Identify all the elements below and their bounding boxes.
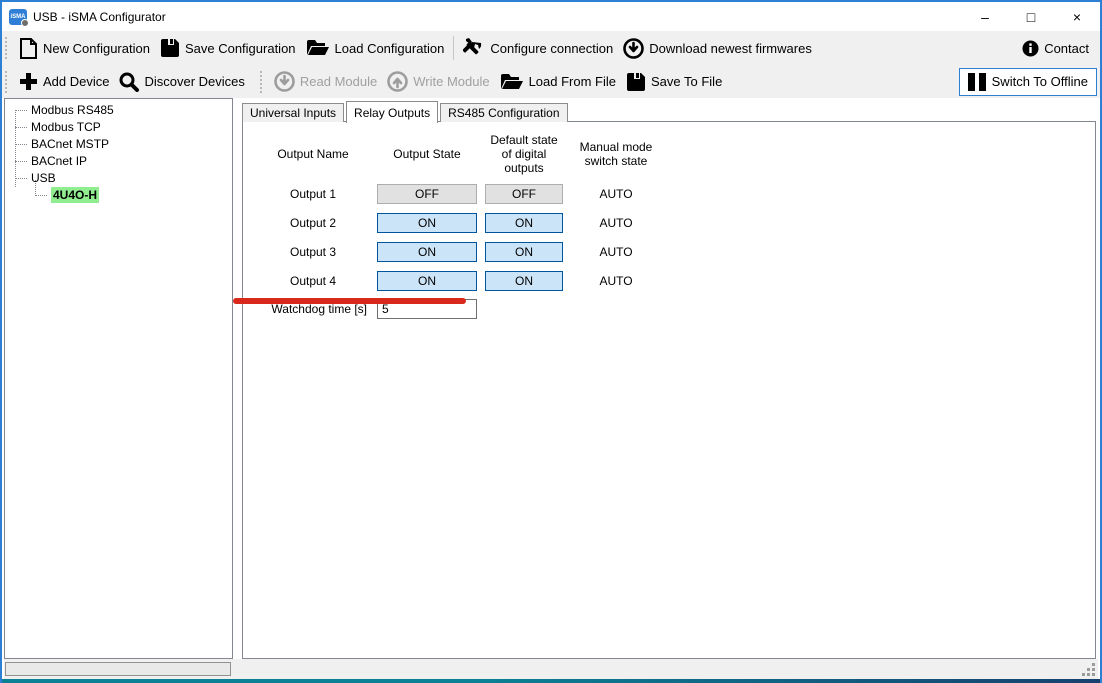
read-module-button[interactable]: Read Module: [269, 67, 382, 96]
output-3-manual-mode: AUTO: [599, 245, 632, 259]
output-2-default-state-button[interactable]: ON: [485, 213, 563, 233]
main-toolbar: New Configuration Save Configuration Loa…: [2, 31, 1100, 65]
column-header-output-state: Output State: [393, 148, 460, 162]
output-1-state-button[interactable]: OFF: [377, 184, 477, 204]
configure-connection-button[interactable]: Configure connection: [458, 33, 618, 63]
toolbar-separator: [453, 36, 454, 60]
save-floppy-icon: [160, 38, 180, 58]
search-icon: [119, 72, 139, 92]
switch-to-offline-button[interactable]: Switch To Offline: [959, 68, 1097, 96]
toolbar-grip: [5, 37, 10, 59]
window-title: USB - iSMA Configurator: [33, 10, 166, 24]
read-module-download-icon: [274, 71, 295, 92]
annotation-red-underline: [233, 298, 466, 304]
column-header-output-name: Output Name: [277, 148, 348, 162]
output-4-manual-mode: AUTO: [599, 274, 632, 288]
write-module-upload-icon: [387, 71, 408, 92]
maximize-button[interactable]: □: [1008, 2, 1054, 31]
tree-horizontal-scrollbar[interactable]: [5, 662, 231, 676]
output-3-name: Output 3: [290, 245, 336, 259]
load-from-file-button[interactable]: Load From File: [495, 69, 621, 95]
tree-node-modbus-tcp[interactable]: Modbus TCP: [9, 119, 232, 136]
output-4-name: Output 4: [290, 274, 336, 288]
write-module-label: Write Module: [413, 74, 489, 89]
column-header-manual-mode: Manual mode switch state: [571, 141, 661, 169]
watchdog-time-label: Watchdog time [s]: [257, 302, 369, 316]
save-to-file-button[interactable]: Save To File: [621, 68, 727, 96]
output-2-name: Output 2: [290, 216, 336, 230]
output-3-state-button[interactable]: ON: [377, 242, 477, 262]
tree-node-bacnet-ip[interactable]: BACnet IP: [9, 153, 232, 170]
tree-node-bacnet-mstp[interactable]: BACnet MSTP: [9, 136, 232, 153]
contact-button[interactable]: Contact: [1017, 36, 1094, 61]
tree-node-modbus-rs485[interactable]: Modbus RS485: [9, 102, 232, 119]
save-configuration-label: Save Configuration: [185, 41, 296, 56]
new-configuration-label: New Configuration: [43, 41, 150, 56]
minimize-button[interactable]: –: [962, 2, 1008, 31]
tab-strip: Universal Inputs Relay Outputs RS485 Con…: [242, 101, 1096, 122]
relay-outputs-table: Output Name Output State Default state o…: [257, 134, 1095, 291]
content-area: Universal Inputs Relay Outputs RS485 Con…: [242, 101, 1096, 659]
tab-universal-inputs[interactable]: Universal Inputs: [242, 103, 344, 122]
tab-rs485-configuration[interactable]: RS485 Configuration: [440, 103, 567, 122]
device-toolbar: Add Device Discover Devices Read Module …: [2, 65, 1100, 98]
output-1-default-state-button[interactable]: OFF: [485, 184, 563, 204]
contact-label: Contact: [1044, 41, 1089, 56]
title-bar: iSMA USB - iSMA Configurator – □ ×: [2, 2, 1100, 31]
output-4-state-button[interactable]: ON: [377, 271, 477, 291]
output-4-default-state-button[interactable]: ON: [485, 271, 563, 291]
configure-connection-label: Configure connection: [490, 41, 613, 56]
window-bottom-border: [2, 679, 1100, 683]
device-tree: Modbus RS485 Modbus TCP BACnet MSTP BACn…: [9, 102, 232, 204]
pause-icon: [968, 73, 986, 91]
selected-device-label[interactable]: 4U4O-H: [51, 187, 99, 203]
status-bar: [4, 659, 1098, 679]
switch-to-offline-label: Switch To Offline: [992, 74, 1088, 89]
column-header-default-state: Default state of digital outputs: [485, 134, 563, 175]
output-1-manual-mode: AUTO: [599, 187, 632, 201]
output-3-default-state-button[interactable]: ON: [485, 242, 563, 262]
discover-devices-button[interactable]: Discover Devices: [114, 68, 249, 96]
app-logo-icon: iSMA: [9, 9, 27, 25]
plus-icon: [19, 72, 38, 91]
read-module-label: Read Module: [300, 74, 377, 89]
tree-node-device-4u4o-h[interactable]: 4U4O-H: [9, 187, 232, 204]
load-configuration-label: Load Configuration: [335, 41, 445, 56]
open-folder-icon: [500, 73, 524, 91]
open-folder-icon: [306, 39, 330, 57]
download-circle-icon: [623, 38, 644, 59]
close-button[interactable]: ×: [1054, 2, 1100, 31]
save-to-file-label: Save To File: [651, 74, 722, 89]
new-document-icon: [19, 38, 38, 59]
relay-outputs-panel: Output Name Output State Default state o…: [242, 121, 1096, 659]
resize-grip[interactable]: [1082, 663, 1095, 676]
download-firmwares-label: Download newest firmwares: [649, 41, 812, 56]
load-from-file-label: Load From File: [529, 74, 616, 89]
info-icon: [1022, 40, 1039, 57]
device-tree-panel: Modbus RS485 Modbus TCP BACnet MSTP BACn…: [4, 98, 233, 659]
toolbar-grip: [260, 71, 265, 93]
new-configuration-button[interactable]: New Configuration: [14, 34, 155, 63]
save-configuration-button[interactable]: Save Configuration: [155, 34, 301, 62]
save-floppy-icon: [626, 72, 646, 92]
load-configuration-button[interactable]: Load Configuration: [301, 35, 450, 61]
output-1-name: Output 1: [290, 187, 336, 201]
tools-icon: [463, 37, 485, 59]
toolbar-grip: [5, 71, 10, 93]
tree-node-usb[interactable]: USB: [9, 170, 232, 187]
tab-relay-outputs[interactable]: Relay Outputs: [346, 101, 438, 123]
output-2-state-button[interactable]: ON: [377, 213, 477, 233]
app-window: iSMA USB - iSMA Configurator – □ × New C…: [0, 0, 1102, 683]
write-module-button[interactable]: Write Module: [382, 67, 494, 96]
discover-devices-label: Discover Devices: [144, 74, 244, 89]
add-device-button[interactable]: Add Device: [14, 68, 114, 95]
download-firmwares-button[interactable]: Download newest firmwares: [618, 34, 817, 63]
output-2-manual-mode: AUTO: [599, 216, 632, 230]
add-device-label: Add Device: [43, 74, 109, 89]
